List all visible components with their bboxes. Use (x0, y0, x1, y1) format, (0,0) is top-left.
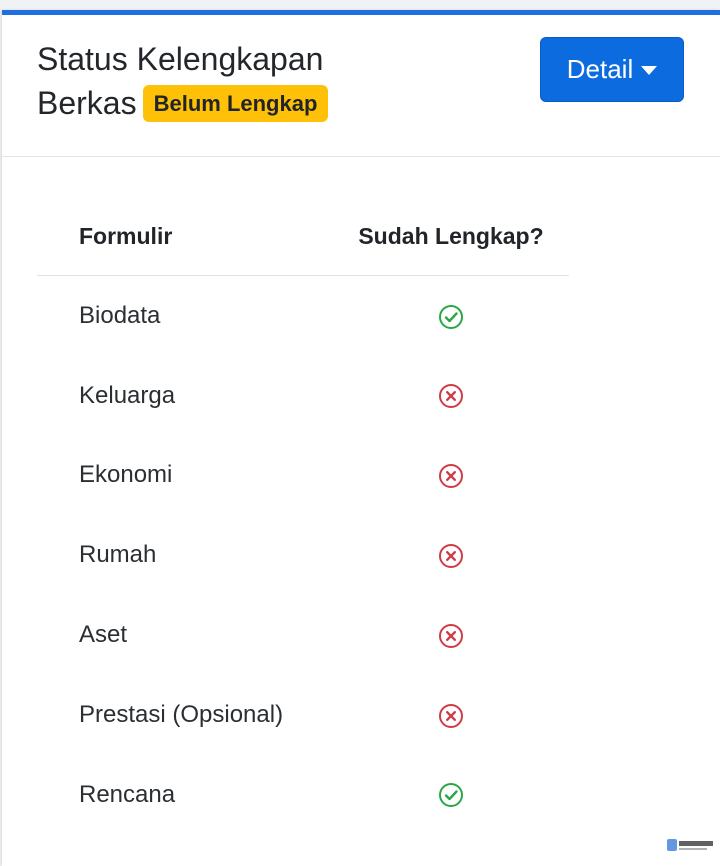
caret-down-icon (641, 66, 658, 75)
table-row: Keluarga (37, 356, 569, 436)
form-name: Biodata (79, 301, 161, 329)
page-title: Status Kelengkapan Berkas Belum Lengkap (37, 37, 329, 125)
column-header-formulir: Formulir (37, 197, 333, 276)
table-header-row: Formulir Sudah Lengkap? (37, 197, 569, 276)
table-row: Aset (37, 595, 569, 675)
x-circle-icon (439, 623, 463, 648)
check-circle-icon (439, 783, 463, 808)
status-cell (333, 675, 569, 755)
form-name: Aset (79, 621, 128, 649)
form-status-table-wrapper: Formulir Sudah Lengkap? Biodata Keluarga E… (37, 197, 569, 835)
table-row: Ekonomi (37, 436, 569, 516)
form-name: Keluarga (79, 381, 176, 409)
title-line-2: Berkas Belum Lengkap (37, 81, 329, 125)
form-name: Rumah (79, 541, 157, 569)
status-cell (333, 356, 569, 436)
status-cell (333, 595, 569, 675)
title-text-berkas: Berkas (37, 85, 137, 121)
form-name: Prestasi (Opsional) (79, 700, 284, 728)
table-row: Rencana (37, 755, 569, 835)
status-cell (333, 515, 569, 595)
status-cell (333, 436, 569, 516)
x-circle-icon (439, 464, 463, 489)
status-cell (333, 276, 569, 356)
card-header: Status Kelengkapan Berkas Belum Lengkap D… (2, 15, 720, 157)
form-name: Rencana (79, 780, 176, 808)
check-circle-icon (439, 304, 463, 329)
x-circle-icon (439, 384, 463, 409)
form-status-table: Formulir Sudah Lengkap? Biodata Keluarga E… (37, 197, 569, 835)
title-line-1: Status Kelengkapan (37, 41, 324, 77)
column-header-sudah-lengkap: Sudah Lengkap? (333, 197, 569, 276)
table-row: Biodata (37, 276, 569, 356)
table-row: Rumah (37, 515, 569, 595)
form-name: Ekonomi (79, 461, 173, 489)
x-circle-icon (439, 703, 463, 728)
detail-dropdown-button[interactable]: Detail (540, 37, 684, 102)
table-row: Prestasi (Opsional) (37, 675, 569, 755)
status-cell (333, 755, 569, 835)
watermark-logo (667, 839, 713, 851)
x-circle-icon (439, 543, 463, 568)
detail-button-label: Detail (566, 54, 634, 84)
status-card: Status Kelengkapan Berkas Belum Lengkap D… (2, 10, 720, 866)
status-badge: Belum Lengkap (142, 85, 329, 122)
